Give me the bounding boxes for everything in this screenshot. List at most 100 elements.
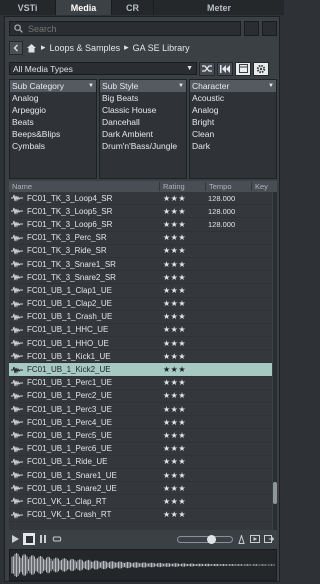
table-row[interactable]: FC01_TK_3_Snare2_SR ★★★ [9, 271, 272, 285]
search-option-button[interactable] [244, 21, 259, 36]
table-row[interactable]: FC01_UB_1_Perc1_UE ★★★ [9, 377, 272, 390]
auto-play-button[interactable] [249, 533, 261, 545]
breadcrumb-item-loops[interactable]: Loops & Samples [50, 43, 121, 53]
table-row[interactable]: FC01_UB_1_Perc3_UE ★★★ [9, 403, 272, 417]
attribute-item[interactable]: Analog [10, 92, 96, 104]
attribute-item[interactable]: Dancehall [100, 116, 186, 128]
align-beats-button[interactable] [235, 533, 247, 545]
rating-stars[interactable]: ★★★ [159, 365, 205, 374]
table-row[interactable]: FC01_TK_3_Perc_SR ★★★ [9, 232, 272, 245]
search-clear-button[interactable] [262, 21, 277, 36]
attribute-item[interactable]: Drum'n'Bass/Jungle [100, 140, 186, 152]
rating-stars[interactable]: ★★★ [159, 273, 205, 282]
layout-button[interactable] [235, 61, 251, 76]
rating-stars[interactable]: ★★★ [159, 325, 205, 334]
rating-stars[interactable]: ★★★ [159, 471, 205, 480]
rating-stars[interactable]: ★★★ [159, 444, 205, 453]
attribute-item[interactable]: Classic House [100, 104, 186, 116]
table-row[interactable]: FC01_TK_3_Snare1_SR ★★★ [9, 258, 272, 272]
attribute-item[interactable]: Acoustic [190, 92, 276, 104]
rating-stars[interactable]: ★★★ [159, 312, 205, 321]
rewind-button[interactable] [217, 61, 233, 76]
rating-stars[interactable]: ★★★ [159, 233, 205, 242]
table-row[interactable]: FC01_UB_1_Ride_UE ★★★ [9, 456, 272, 469]
results-scrollbar[interactable] [273, 192, 277, 530]
column-header-name[interactable]: Name [9, 182, 159, 191]
attribute-item[interactable]: Dark Ambient [100, 128, 186, 140]
table-row[interactable]: FC01_UB_1_HHC_UE ★★★ [9, 324, 272, 338]
table-row[interactable]: FC01_VK_1_Clap_RT ★★★ [9, 495, 272, 509]
pause-button[interactable] [37, 533, 49, 545]
attribute-item[interactable]: Bright [190, 116, 276, 128]
attribute-header[interactable]: Sub Style ▼ [100, 80, 186, 92]
table-row[interactable]: FC01_TK_3_Ride_SR ★★★ [9, 245, 272, 258]
waveform-preview[interactable] [9, 549, 277, 581]
rating-stars[interactable]: ★★★ [159, 431, 205, 440]
table-row[interactable]: FC01_UB_1_Clap1_UE ★★★ [9, 284, 272, 298]
rating-stars[interactable]: ★★★ [159, 194, 205, 203]
rating-stars[interactable]: ★★★ [159, 352, 205, 361]
shuffle-button[interactable] [199, 61, 215, 76]
back-button[interactable] [9, 40, 23, 55]
rating-stars[interactable]: ★★★ [159, 510, 205, 519]
rating-stars[interactable]: ★★★ [159, 484, 205, 493]
attribute-item[interactable]: Cymbals [10, 140, 96, 152]
table-row[interactable]: FC01_UB_1_Perc6_UE ★★★ [9, 443, 272, 456]
column-header-key[interactable]: Key [251, 182, 271, 191]
attribute-item[interactable]: Clean [190, 128, 276, 140]
tab-media[interactable]: Media [56, 0, 112, 15]
table-row[interactable]: FC01_VK_1_Crash_RT ★★★ [9, 509, 272, 522]
table-row[interactable]: FC01_UB_1_Kick2_UE ★★★ [9, 363, 272, 377]
play-button[interactable] [9, 533, 21, 545]
table-row[interactable]: FC01_UB_1_Perc5_UE ★★★ [9, 429, 272, 443]
rating-stars[interactable]: ★★★ [159, 391, 205, 400]
table-row[interactable]: FC01_UB_1_Perc4_UE ★★★ [9, 416, 272, 430]
rating-stars[interactable]: ★★★ [159, 246, 205, 255]
attribute-item[interactable]: Beeps&Blips [10, 128, 96, 140]
column-header-rating[interactable]: Rating [159, 182, 205, 191]
attribute-item[interactable]: Arpeggio [10, 104, 96, 116]
table-row[interactable]: FC01_UB_1_Kick1_UE ★★★ [9, 350, 272, 364]
table-row[interactable]: FC01_TK_3_Loop5_SR ★★★ 128.000 [9, 205, 272, 219]
scrollbar-thumb[interactable] [273, 482, 277, 504]
table-row[interactable]: FC01_UB_1_Snare2_UE ★★★ [9, 482, 272, 496]
slider-knob[interactable] [207, 534, 217, 544]
attribute-item[interactable]: Beats [10, 116, 96, 128]
home-icon[interactable] [26, 43, 37, 53]
breadcrumb-item-library[interactable]: GA SE Library [133, 43, 190, 53]
rating-stars[interactable]: ★★★ [159, 405, 205, 414]
tab-cr[interactable]: CR [112, 0, 154, 15]
rating-stars[interactable]: ★★★ [159, 339, 205, 348]
loop-button[interactable] [51, 533, 63, 545]
table-row[interactable]: FC01_UB_1_HHO_UE ★★★ [9, 337, 272, 351]
settings-button[interactable] [253, 61, 269, 76]
attribute-item[interactable]: Big Beats [100, 92, 186, 104]
export-button[interactable] [263, 533, 275, 545]
table-row[interactable]: FC01_UB_1_Snare1_UE ★★★ [9, 469, 272, 483]
table-row[interactable]: FC01_UB_1_Clap2_UE ★★★ [9, 298, 272, 311]
table-row[interactable]: FC01_TK_3_Loop4_SR ★★★ 128.000 [9, 192, 272, 206]
attribute-header[interactable]: Character ▼ [190, 80, 276, 92]
table-row[interactable]: FC01_UB_1_Crash_UE ★★★ [9, 311, 272, 324]
rating-stars[interactable]: ★★★ [159, 220, 205, 229]
tab-vsti[interactable]: VSTi [0, 0, 56, 15]
preview-volume-slider[interactable] [177, 534, 233, 544]
rating-stars[interactable]: ★★★ [159, 260, 205, 269]
table-row[interactable]: FC01_UB_1_Perc2_UE ★★★ [9, 390, 272, 403]
media-type-select[interactable]: All Media Types ▼ [9, 62, 197, 75]
rating-stars[interactable]: ★★★ [159, 457, 205, 466]
rating-stars[interactable]: ★★★ [159, 286, 205, 295]
rating-stars[interactable]: ★★★ [159, 497, 205, 506]
search-field[interactable] [9, 21, 241, 36]
rating-stars[interactable]: ★★★ [159, 378, 205, 387]
tab-meter[interactable]: Meter [154, 0, 284, 15]
rating-stars[interactable]: ★★★ [159, 418, 205, 427]
stop-button[interactable] [23, 533, 35, 545]
column-header-tempo[interactable]: Tempo [205, 182, 251, 191]
attribute-item[interactable]: Dark [190, 140, 276, 152]
rating-stars[interactable]: ★★★ [159, 299, 205, 308]
rating-stars[interactable]: ★★★ [159, 207, 205, 216]
table-row[interactable]: FC01_TK_3_Loop6_SR ★★★ 128.000 [9, 218, 272, 232]
attribute-header[interactable]: Sub Category ▼ [10, 80, 96, 92]
attribute-item[interactable]: Analog [190, 104, 276, 116]
